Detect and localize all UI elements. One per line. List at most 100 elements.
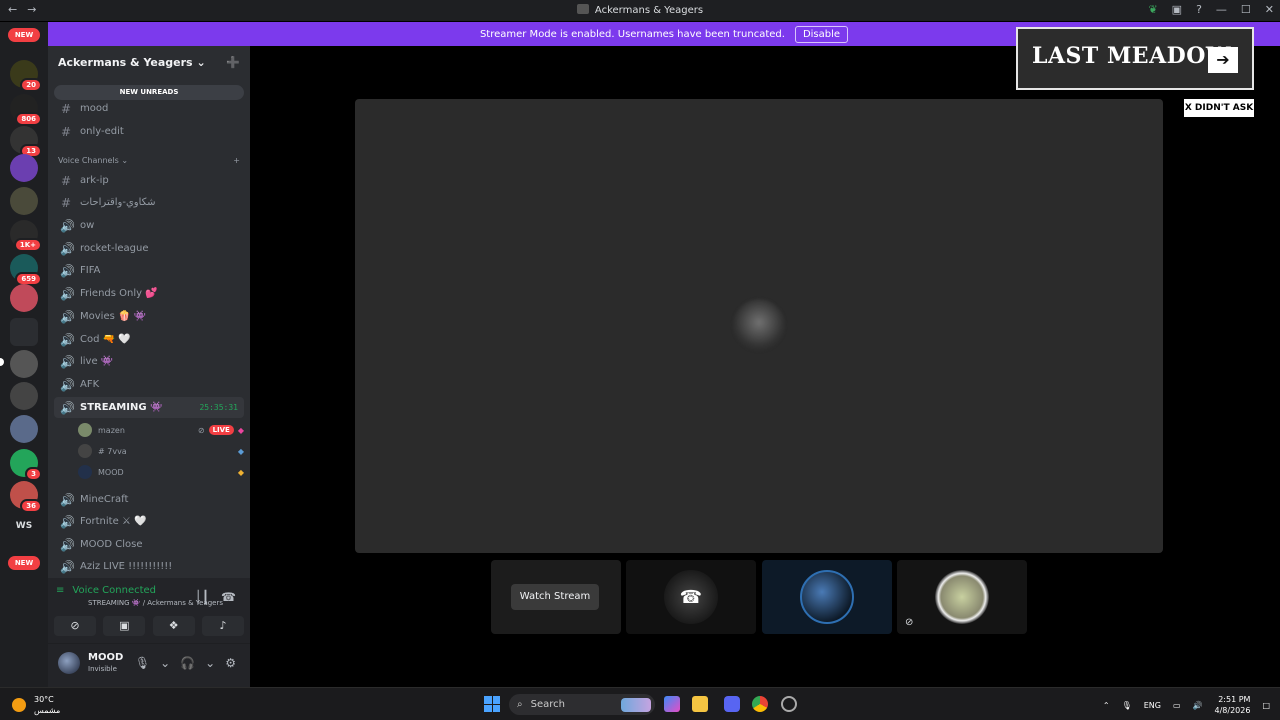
voice-channel-item[interactable]: 🔊 AFK — [54, 374, 244, 395]
app-icon[interactable] — [781, 696, 797, 712]
microphone-icon[interactable]: 🎙 — [1122, 701, 1132, 710]
participant-tile[interactable]: ⊘ — [897, 560, 1027, 634]
volume-icon[interactable]: 🔊 — [1193, 701, 1203, 710]
voice-channel-item[interactable]: 🔊 MOOD Close — [54, 534, 244, 555]
mention-badge: 3 — [25, 467, 42, 481]
screen-share-button[interactable]: ▣ — [103, 616, 146, 636]
server-icon[interactable]: 20 — [10, 60, 42, 92]
language-indicator[interactable]: ENG — [1144, 701, 1161, 710]
chevron-down-icon[interactable]: ⌄ — [160, 656, 170, 670]
overlay-ad-banner[interactable]: LAST MEADOW ➔ — [1016, 27, 1254, 90]
focused-stream-tile[interactable] — [355, 99, 1163, 553]
sun-icon — [12, 698, 26, 712]
leaf-icon[interactable]: ❦ — [1148, 3, 1157, 16]
server-icon[interactable]: 13 — [10, 126, 42, 158]
microphone-icon[interactable]: 🎙 — [135, 656, 150, 670]
maximize-button[interactable]: ☐ — [1241, 3, 1251, 16]
channel-item[interactable]: # شكاوي-واقتراحات — [54, 192, 244, 213]
server-icon[interactable]: 806 — [10, 94, 42, 126]
notifications-icon[interactable]: □ — [1262, 701, 1270, 710]
disable-streamer-mode-button[interactable]: Disable — [794, 25, 849, 43]
voice-channel-item-active[interactable]: 🔊 STREAMING 👾 25:35:31 — [54, 397, 244, 418]
call-timer: 25:35:31 — [199, 403, 238, 412]
file-explorer-icon[interactable] — [692, 696, 708, 712]
voice-user[interactable]: mazen ⊘ LIVE ◆ — [78, 420, 244, 440]
folder-icon[interactable] — [10, 318, 38, 346]
close-button[interactable]: ✕ — [1265, 3, 1274, 16]
channel-name: rocket-league — [80, 243, 149, 254]
voice-channel-item[interactable]: 🔊 Fortnite ⚔ 🤍 — [54, 511, 244, 532]
category-voice-channels[interactable]: Voice Channels ⌄ + — [58, 156, 240, 165]
server-icon[interactable] — [10, 187, 38, 215]
discord-icon[interactable] — [724, 696, 740, 712]
avatar — [78, 423, 92, 437]
server-icon[interactable]: 659 — [10, 254, 42, 286]
weather-widget[interactable]: 30°C مشمس — [12, 694, 60, 716]
invite-people-icon[interactable]: ➕ — [226, 56, 240, 70]
participant-tile[interactable]: ☎ — [626, 560, 756, 634]
signal-icon[interactable]: ≡ — [56, 585, 64, 596]
arrow-right-icon[interactable]: ➔ — [1208, 47, 1238, 73]
ad-close-button[interactable]: X DIDN'T ASK — [1184, 99, 1254, 117]
chevron-down-icon: ⌄ — [196, 56, 206, 69]
minimize-button[interactable]: — — [1216, 3, 1227, 16]
server-icon[interactable]: 36 — [10, 481, 42, 513]
voice-user[interactable]: MOOD ◆ — [78, 462, 244, 482]
server-icon[interactable] — [10, 415, 38, 443]
copilot-icon[interactable] — [664, 696, 680, 712]
voice-connection-panel: ≡ Voice Connected STREAMING 👾 / Ackermans… — [48, 578, 250, 644]
soundboard-button[interactable]: ♪ — [201, 616, 244, 636]
voice-channel-item[interactable]: 🔊 Movies 🍿 👾 — [54, 306, 244, 327]
voice-channel-item[interactable]: 🔊 live 👾 — [54, 351, 244, 372]
participant-tile[interactable]: Watch Stream — [491, 560, 621, 634]
noise-suppression-icon[interactable]: │┃ — [195, 590, 209, 604]
server-header[interactable]: Ackermans & Yeagers ⌄ ➕ — [48, 46, 250, 80]
speaker-icon: 🔊 — [60, 377, 75, 392]
screen-share-icon[interactable]: ▣ — [1172, 3, 1182, 16]
voice-channel-item[interactable]: 🔊 MineCraft — [54, 489, 244, 510]
server-icon-ws[interactable]: WS — [10, 512, 38, 540]
watch-stream-button[interactable]: Watch Stream — [511, 584, 599, 610]
help-icon[interactable]: ? — [1196, 3, 1202, 16]
new-badge-top[interactable]: NEW — [8, 28, 40, 42]
new-badge-bottom[interactable]: NEW — [8, 556, 40, 570]
server-icon[interactable]: 1K+ — [10, 220, 42, 252]
server-icon[interactable] — [10, 382, 38, 410]
chevron-down-icon[interactable]: ⌄ — [205, 656, 215, 670]
add-channel-icon[interactable]: + — [233, 156, 240, 165]
voice-channel-item[interactable]: 🔊 ow — [54, 215, 244, 236]
activities-button[interactable]: ❖ — [152, 616, 195, 636]
voice-channel-item[interactable]: 🔊 Friends Only 💕 — [54, 283, 244, 304]
participant-tile[interactable] — [762, 560, 892, 634]
channel-item[interactable]: # ark-ip — [54, 170, 244, 191]
channel-name: STREAMING 👾 — [80, 402, 163, 413]
user-panel: MOOD Invisible 🎙 ⌄ 🎧 ⌄ ⚙ — [48, 644, 250, 687]
temperature: 30°C — [34, 695, 54, 704]
username[interactable]: MOOD — [88, 652, 123, 663]
server-icon[interactable] — [10, 284, 38, 312]
server-icon[interactable]: 3 — [10, 449, 42, 481]
hashtag-icon: # — [60, 124, 72, 139]
chevron-up-icon[interactable]: ⌃ — [1103, 701, 1110, 710]
channel-name: MineCraft — [80, 494, 129, 505]
camera-off-button[interactable]: ⊘ — [54, 616, 96, 636]
clock[interactable]: 2:51 PM 4/8/2026 — [1215, 694, 1251, 716]
server-icon[interactable] — [10, 154, 38, 182]
voice-channel-item[interactable]: 🔊 Aziz LIVE !!!!!!!!!!! — [54, 556, 244, 577]
avatar[interactable] — [58, 652, 80, 674]
channel-item[interactable]: # mood — [54, 98, 244, 119]
headphones-icon[interactable]: 🎧 — [180, 656, 195, 670]
voice-channel-item[interactable]: 🔊 Cod 🔫 🤍 — [54, 329, 244, 350]
disconnect-icon[interactable]: ☎ — [221, 590, 236, 604]
voice-user[interactable]: # 7vva ◆ — [78, 441, 244, 461]
settings-gear-icon[interactable]: ⚙ — [225, 656, 236, 670]
display-icon[interactable]: ▭ — [1173, 701, 1181, 710]
server-icon[interactable] — [10, 350, 38, 378]
channel-item[interactable]: # only-edit — [54, 121, 244, 142]
windows-start-icon[interactable] — [484, 696, 500, 712]
voice-channel-item[interactable]: 🔊 FIFA — [54, 260, 244, 281]
voice-status[interactable]: Voice Connected — [72, 585, 156, 596]
taskbar-search[interactable]: ⌕ Search — [509, 694, 655, 715]
voice-channel-item[interactable]: 🔊 rocket-league — [54, 238, 244, 259]
chrome-icon[interactable] — [752, 696, 768, 712]
